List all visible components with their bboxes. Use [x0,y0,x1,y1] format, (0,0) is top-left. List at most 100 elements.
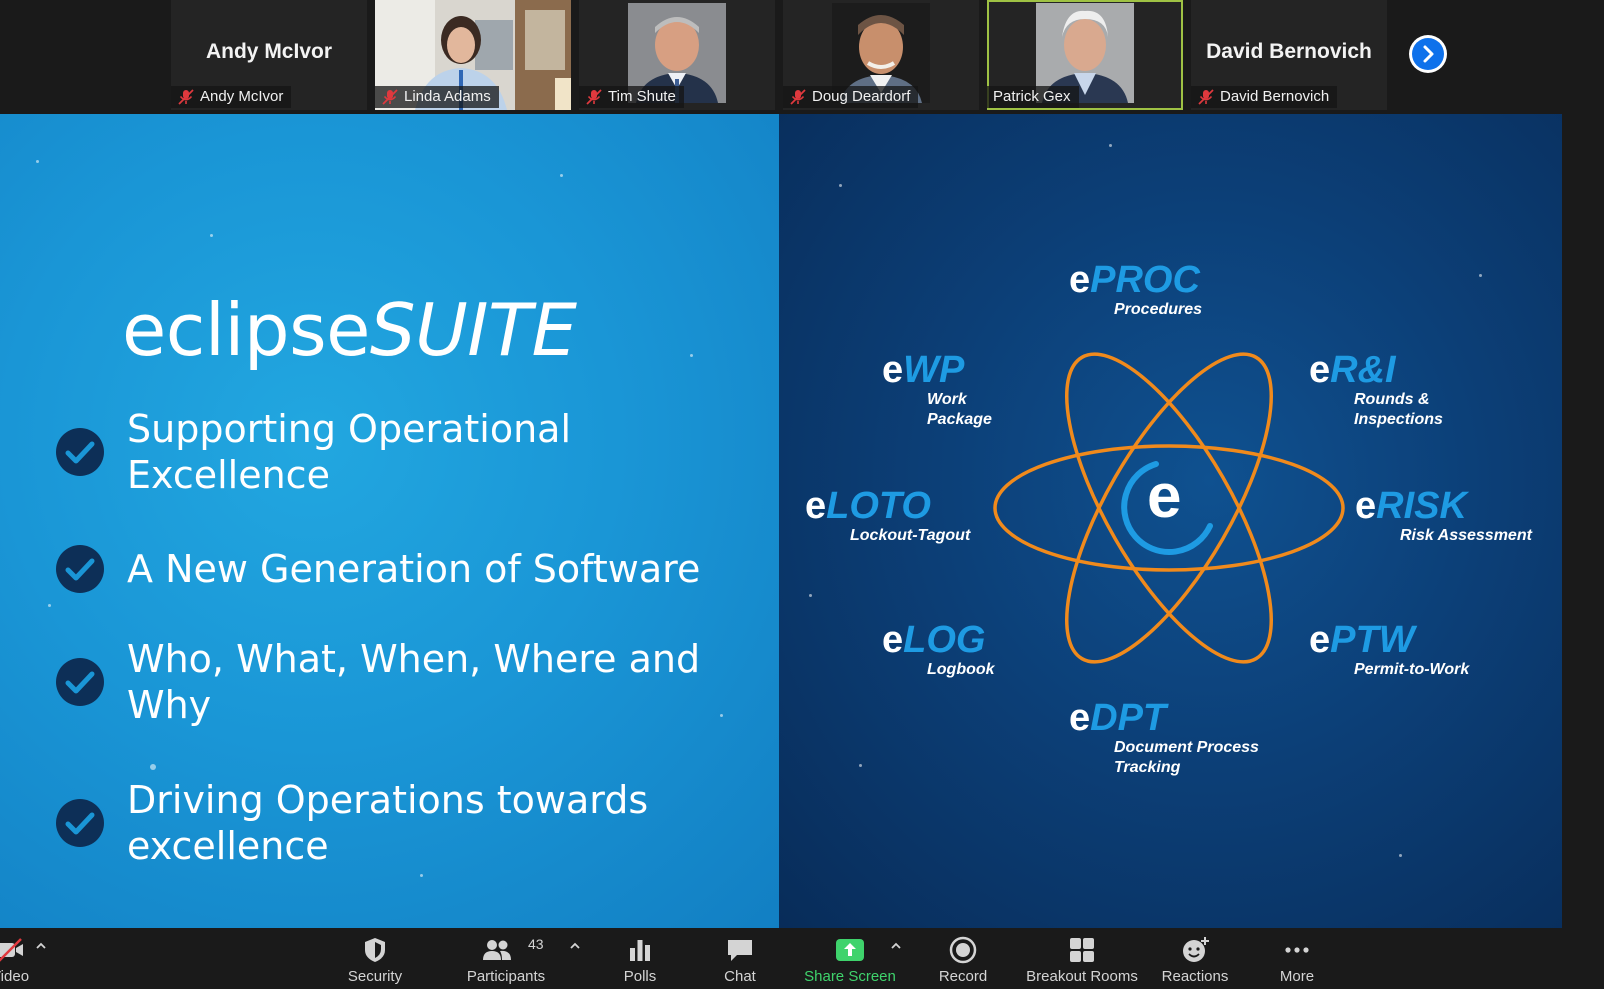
slide-title-italic: SUITE [369,288,577,372]
share-options-caret-icon[interactable] [890,942,902,950]
bullet-line: Supporting Operational [127,407,572,451]
slide-left-panel: eclipseSUITE Supporting Operational Exce… [0,114,779,928]
video-button[interactable]: Video [0,928,40,989]
participant-name-tag: Tim Shute [579,86,684,108]
reactions-button[interactable]: Reactions [1155,928,1235,989]
product-code: R&I [1330,349,1396,391]
polls-label: Polls [623,968,657,985]
people-icon [483,940,511,960]
participants-label: Participants [466,968,546,985]
mic-muted-icon [382,89,398,105]
product-code: WP [903,349,965,391]
bullet-item: Who, What, When, Where and Why [55,636,735,728]
participant-name: Andy McIvor [200,88,284,105]
shield-icon [365,938,385,962]
product-desc: Lockout-Tagout [850,527,971,544]
bullet-line: Why [127,683,212,727]
product-e: e [882,349,904,391]
more-dots-icon [1285,947,1309,953]
more-button[interactable]: More [1262,928,1332,989]
video-options-caret-icon[interactable] [35,942,47,950]
security-button[interactable]: Security [330,928,420,989]
participant-big-name: David Bernovich [1206,40,1372,63]
breakout-rooms-icon [1070,938,1094,962]
participant-name-tag: Andy McIvor [171,86,292,108]
bullet-item: A New Generation of Software [55,544,735,594]
record-icon [949,936,977,964]
participant-tile-patrick-gex[interactable]: Patrick Gex [987,0,1183,110]
shared-screen: eclipseSUITE Supporting Operational Exce… [0,114,1562,928]
next-page-button[interactable] [1409,35,1447,73]
bullet-text: Who, What, When, Where and Why [127,636,700,728]
video-camera-icon [0,938,23,962]
product-desc: Permit-to-Work [1354,661,1470,678]
record-label: Record [938,968,988,985]
bullet-line: Who, What, When, Where and [127,637,701,681]
breakout-rooms-label: Breakout Rooms [1026,968,1138,985]
participant-tile-david-bernovich[interactable]: David Bernovich David Bernovich [1191,0,1387,110]
participant-tile-andy-mcivor[interactable]: Andy McIvor Andy McIvor [171,0,367,110]
bullet-line: Driving Operations towards [127,778,649,822]
product-eproc: ePROC Procedures [1069,260,1202,320]
breakout-rooms-button[interactable]: Breakout Rooms [1019,928,1145,989]
participant-strip: Andy McIvor Andy McIvor Linda Adams Tim … [0,0,1604,112]
product-eri: eR&I Rounds & Inspections [1309,350,1443,430]
participants-options-caret-icon[interactable] [569,942,581,950]
slide-right-panel: e ePROC Procedures eWP Work Package eR&I… [779,114,1562,928]
center-e-letter: e [1147,462,1182,531]
checkmark-icon [56,545,104,593]
bullet-line: excellence [127,824,329,868]
checkmark-icon [56,799,104,847]
smiley-plus-icon [1183,937,1209,962]
participant-tile-tim-shute[interactable]: Tim Shute [579,0,775,110]
record-button[interactable]: Record [925,928,1001,989]
participant-name-tag: David Bernovich [1191,86,1338,108]
product-code: LOG [903,619,986,661]
product-desc: Rounds & [1354,391,1430,408]
chat-button[interactable]: Chat [705,928,775,989]
share-screen-icon [836,939,864,961]
bullet-line: A New Generation of Software [127,547,701,591]
product-desc: Logbook [927,661,995,678]
bar-chart-icon [630,940,650,961]
product-e: e [1069,259,1091,301]
product-eloto: eLOTO Lockout-Tagout [805,486,970,546]
product-edpt: eDPT Document Process Tracking [1069,698,1259,778]
bullet-text: A New Generation of Software [127,546,700,592]
product-e: e [1355,485,1377,527]
participant-big-name: Andy McIvor [205,40,333,63]
mic-muted-icon [586,89,602,105]
product-code: LOTO [826,485,931,527]
participant-name-tag: Patrick Gex [987,86,1079,108]
product-desc: Document Process [1114,739,1259,756]
participant-name-tag: Linda Adams [375,86,499,108]
product-desc: Inspections [1354,411,1443,428]
participant-name: Linda Adams [404,88,491,105]
product-code: PROC [1090,259,1200,301]
product-eptw: ePTW Permit-to-Work [1309,620,1469,680]
mic-muted-icon [790,89,806,105]
participant-name: Patrick Gex [993,88,1071,105]
reactions-label: Reactions [1161,968,1229,985]
chat-bubble-icon [728,940,752,961]
participant-tile-linda-adams[interactable]: Linda Adams [375,0,571,110]
slide-title-regular: eclipse [122,288,370,372]
share-screen-button[interactable]: Share Screen [800,928,900,989]
product-e: e [1069,697,1091,739]
product-code: PTW [1330,619,1415,661]
bullet-text: Driving Operations towards excellence [127,777,648,869]
polls-button[interactable]: Polls [605,928,675,989]
product-e: e [1309,349,1331,391]
chevron-right-icon [1423,45,1434,63]
product-desc: Package [927,411,992,428]
product-e: e [882,619,904,661]
participant-name: David Bernovich [1220,88,1330,105]
participant-tile-doug-deardorf[interactable]: Doug Deardorf [783,0,979,110]
product-ewp: eWP Work Package [882,350,992,430]
bullet-line: Excellence [127,453,330,497]
security-label: Security [347,968,403,985]
product-e: e [805,485,827,527]
participant-name-tag: Doug Deardorf [783,86,919,108]
mic-muted-icon [178,89,194,105]
meeting-toolbar: Video Security Participants 43 Polls [0,928,1604,989]
